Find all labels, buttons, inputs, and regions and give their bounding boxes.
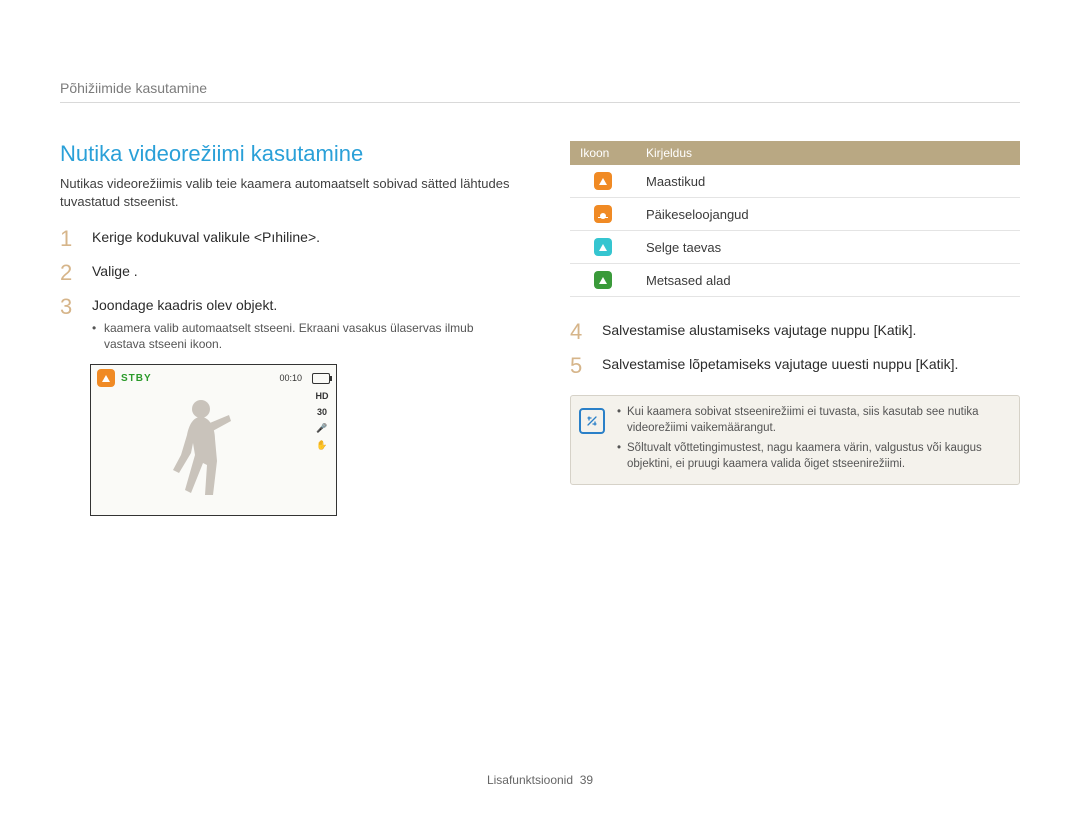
clear-sky-icon	[594, 238, 612, 256]
desc-cell: Metsased alad	[636, 264, 1020, 297]
step-text: Joondage kaadris olev objekt.	[92, 297, 277, 313]
step-2: 2 Valige .	[60, 262, 510, 284]
page-title: Nutika videorežiimi kasutamine	[60, 141, 510, 167]
table-row: Selge taevas	[570, 231, 1020, 264]
breadcrumb: Põhižiimide kasutamine	[60, 80, 1020, 103]
note-box: Kui kaamera sobivat stseenirežiimi ei tu…	[570, 395, 1020, 485]
stabilizer-indicator: ✋	[314, 440, 330, 451]
info-icon	[579, 408, 605, 434]
step-number: 2	[60, 262, 78, 284]
table-row: Maastikud	[570, 165, 1020, 198]
footer-section: Lisafunktsioonid	[487, 773, 573, 787]
hd-indicator: HD	[314, 391, 330, 401]
forest-icon	[594, 271, 612, 289]
th-desc: Kirjeldus	[636, 141, 1020, 165]
step-text: Kerige kodukuval valikule <Pıhiline>.	[92, 228, 320, 248]
table-row: Metsased alad	[570, 264, 1020, 297]
step-number: 5	[570, 355, 588, 377]
intro-text: Nutikas videorežiimis valib teie kaamera…	[60, 175, 510, 210]
desc-cell: Maastikud	[636, 165, 1020, 198]
figure-silhouette	[161, 395, 241, 505]
step-3: 3 Joondage kaadris olev objekt. kaamera …	[60, 296, 510, 352]
th-icon: Ikoon	[570, 141, 636, 165]
landscapes-icon	[594, 172, 612, 190]
page-number: 39	[580, 773, 593, 787]
step-sub: kaamera valib automaatselt stseeni. Ekra…	[92, 320, 510, 352]
step-4: 4 Salvestamise alustamiseks vajutage nup…	[570, 321, 1020, 343]
footer: Lisafunktsioonid 39	[0, 773, 1080, 787]
desc-cell: Selge taevas	[636, 231, 1020, 264]
status-indicator: STBY	[121, 373, 152, 384]
battery-icon	[312, 373, 330, 384]
step-5: 5 Salvestamise lõpetamiseks vajutage uue…	[570, 355, 1020, 377]
sunsets-icon	[594, 205, 612, 223]
desc-cell: Päikeseloojangud	[636, 198, 1020, 231]
step-text: Salvestamise alustamiseks vajutage nuppu…	[602, 321, 916, 341]
step-text: Salvestamise lõpetamiseks vajutage uuest…	[602, 355, 958, 375]
timer: 00:10	[279, 373, 302, 383]
note-item: Kui kaamera sobivat stseenirežiimi ei tu…	[617, 404, 1007, 436]
mic-indicator: 🎤	[314, 423, 330, 434]
table-row: Päikeseloojangud	[570, 198, 1020, 231]
camera-preview: STBY 00:10 HD 30 🎤 ✋	[90, 364, 337, 516]
step-number: 4	[570, 321, 588, 343]
icon-table: Ikoon Kirjeldus Maastikud Päikeseloojang…	[570, 141, 1020, 297]
step-1: 1 Kerige kodukuval valikule <Pıhiline>.	[60, 228, 510, 250]
step-text: Valige .	[92, 262, 138, 282]
note-item: Sõltuvalt võttetingimustest, nagu kaamer…	[617, 440, 1007, 472]
fps-indicator: 30	[314, 407, 330, 417]
step-number: 1	[60, 228, 78, 250]
scene-icon	[97, 369, 115, 387]
step-number: 3	[60, 296, 78, 318]
